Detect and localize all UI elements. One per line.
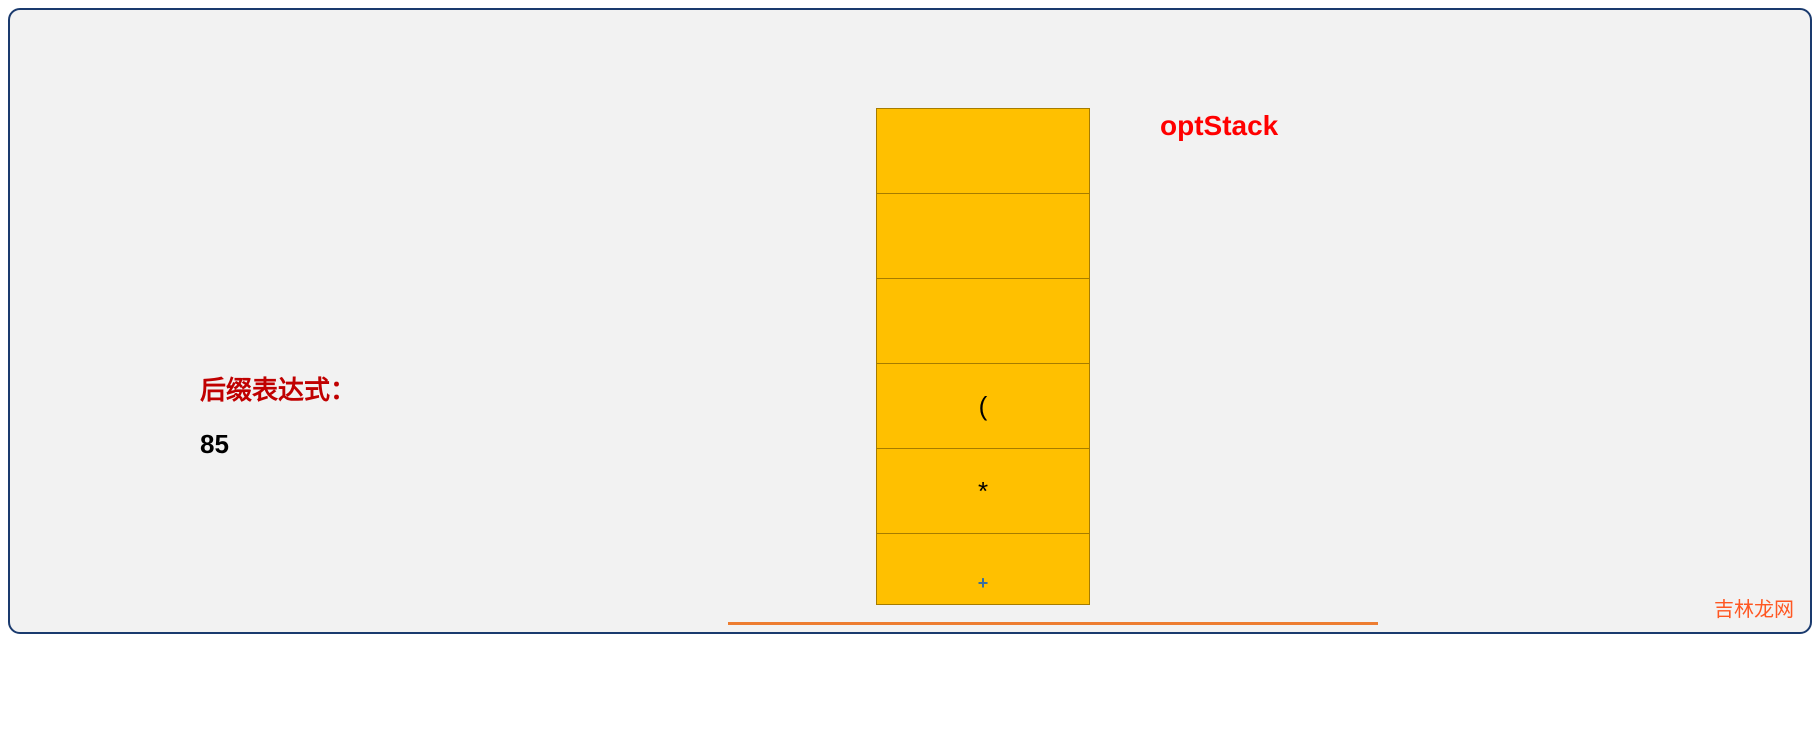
stack-cell-4 <box>876 193 1090 279</box>
postfix-block: 后缀表达式： 85 <box>200 370 356 460</box>
stack-cell-5 <box>876 108 1090 194</box>
postfix-label: 后缀表达式： <box>200 370 356 407</box>
stack-cell-2: ( <box>876 363 1090 449</box>
stack-cell-0: + <box>876 533 1090 605</box>
stack-cell-3 <box>876 278 1090 364</box>
stack-baseline <box>728 622 1378 625</box>
postfix-value: 85 <box>200 429 356 460</box>
opt-stack: ( * + <box>876 108 1090 605</box>
diagram-frame: 后缀表达式： 85 ( * + optStack 吉林龙网 <box>8 8 1812 634</box>
stack-cell-1: * <box>876 448 1090 534</box>
watermark: 吉林龙网 <box>1714 593 1794 622</box>
stack-title: optStack <box>1160 110 1278 142</box>
